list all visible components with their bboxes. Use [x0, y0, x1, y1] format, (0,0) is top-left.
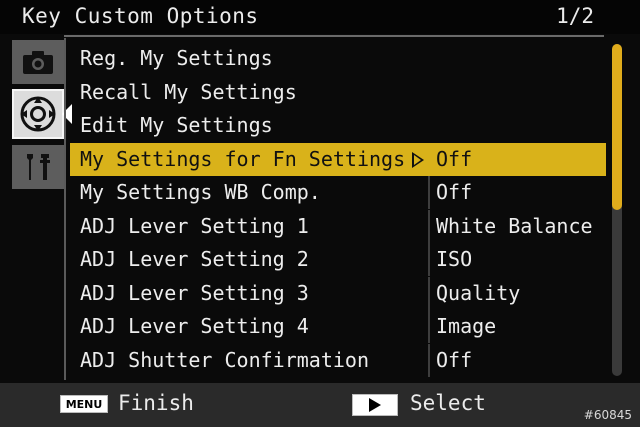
scrollbar-thumb[interactable] [612, 44, 622, 210]
menu-row[interactable]: My Settings for Fn Settings Off [70, 142, 606, 176]
menu-row[interactable]: Recall My Settings [70, 76, 606, 109]
tab-camera[interactable] [12, 40, 64, 84]
directional-pad-icon [20, 96, 56, 132]
menu-row[interactable]: ADJ Lever Setting 2 ISO [70, 243, 606, 276]
header-divider [64, 35, 604, 37]
menu-row[interactable]: ADJ Shutter Confirmation Off [70, 343, 606, 377]
page-indicator: 1/2 [556, 4, 594, 28]
play-icon [352, 394, 398, 416]
select-label[interactable]: Select [410, 391, 486, 415]
menu-row-value: Quality [436, 280, 521, 305]
submenu-arrow-icon [412, 151, 424, 168]
menu-row-value: Off [436, 347, 473, 372]
column-divider [428, 243, 430, 276]
menu-row-value: White Balance [436, 213, 593, 238]
menu-row[interactable]: ADJ Lever Setting 1 White Balance [70, 209, 606, 243]
menu-row[interactable]: Reg. My Settings [70, 42, 606, 75]
menu-row-value: Image [436, 314, 497, 338]
menu-row[interactable]: Edit My Settings [70, 109, 606, 142]
tab-setup[interactable] [12, 145, 64, 189]
finish-label[interactable]: Finish [118, 391, 194, 415]
camera-icon [23, 51, 53, 74]
column-divider [428, 310, 430, 343]
menu-list: Reg. My Settings Recall My Settings Edit M… [64, 38, 608, 380]
menu-row[interactable]: ADJ Lever Setting 3 Quality [70, 276, 606, 310]
footer-bar: MENU Finish Select [0, 383, 640, 427]
menu-row-label: ADJ Lever Setting 2 [80, 247, 309, 271]
menu-row-label: ADJ Lever Setting 1 [80, 213, 309, 238]
column-divider [428, 343, 430, 377]
menu-row-label: ADJ Lever Setting 4 [80, 314, 309, 338]
scrollbar-track[interactable] [612, 44, 622, 376]
column-divider [428, 176, 430, 209]
menu-row-label: Recall My Settings [80, 79, 297, 104]
menu-key-icon: MENU [60, 395, 108, 413]
menu-header: Key Custom Options 1/2 [0, 0, 640, 34]
menu-row-label: Reg. My Settings [80, 46, 273, 70]
menu-row-value: ISO [436, 247, 473, 271]
column-divider [428, 276, 430, 310]
column-divider [428, 209, 430, 243]
page-title: Key Custom Options [22, 4, 259, 28]
menu-row-label: My Settings WB Comp. [80, 180, 321, 204]
menu-row-label: My Settings for Fn Settings [80, 146, 406, 171]
menu-row-value: Off [436, 180, 473, 204]
menu-row-label: ADJ Lever Setting 3 [80, 280, 309, 305]
menu-row-label: ADJ Shutter Confirmation [80, 347, 369, 372]
watermark-text: #60845 [583, 408, 632, 422]
wrench-icon [27, 154, 50, 180]
camera-menu-screen: Key Custom Options 1/2 Reg. My Settings … [0, 0, 640, 427]
menu-row-label: Edit My Settings [80, 113, 273, 137]
tab-key-custom[interactable] [12, 89, 64, 139]
menu-row[interactable]: ADJ Lever Setting 4 Image [70, 310, 606, 343]
menu-row[interactable]: My Settings WB Comp. Off [70, 176, 606, 209]
menu-row-value: Off [436, 146, 473, 171]
